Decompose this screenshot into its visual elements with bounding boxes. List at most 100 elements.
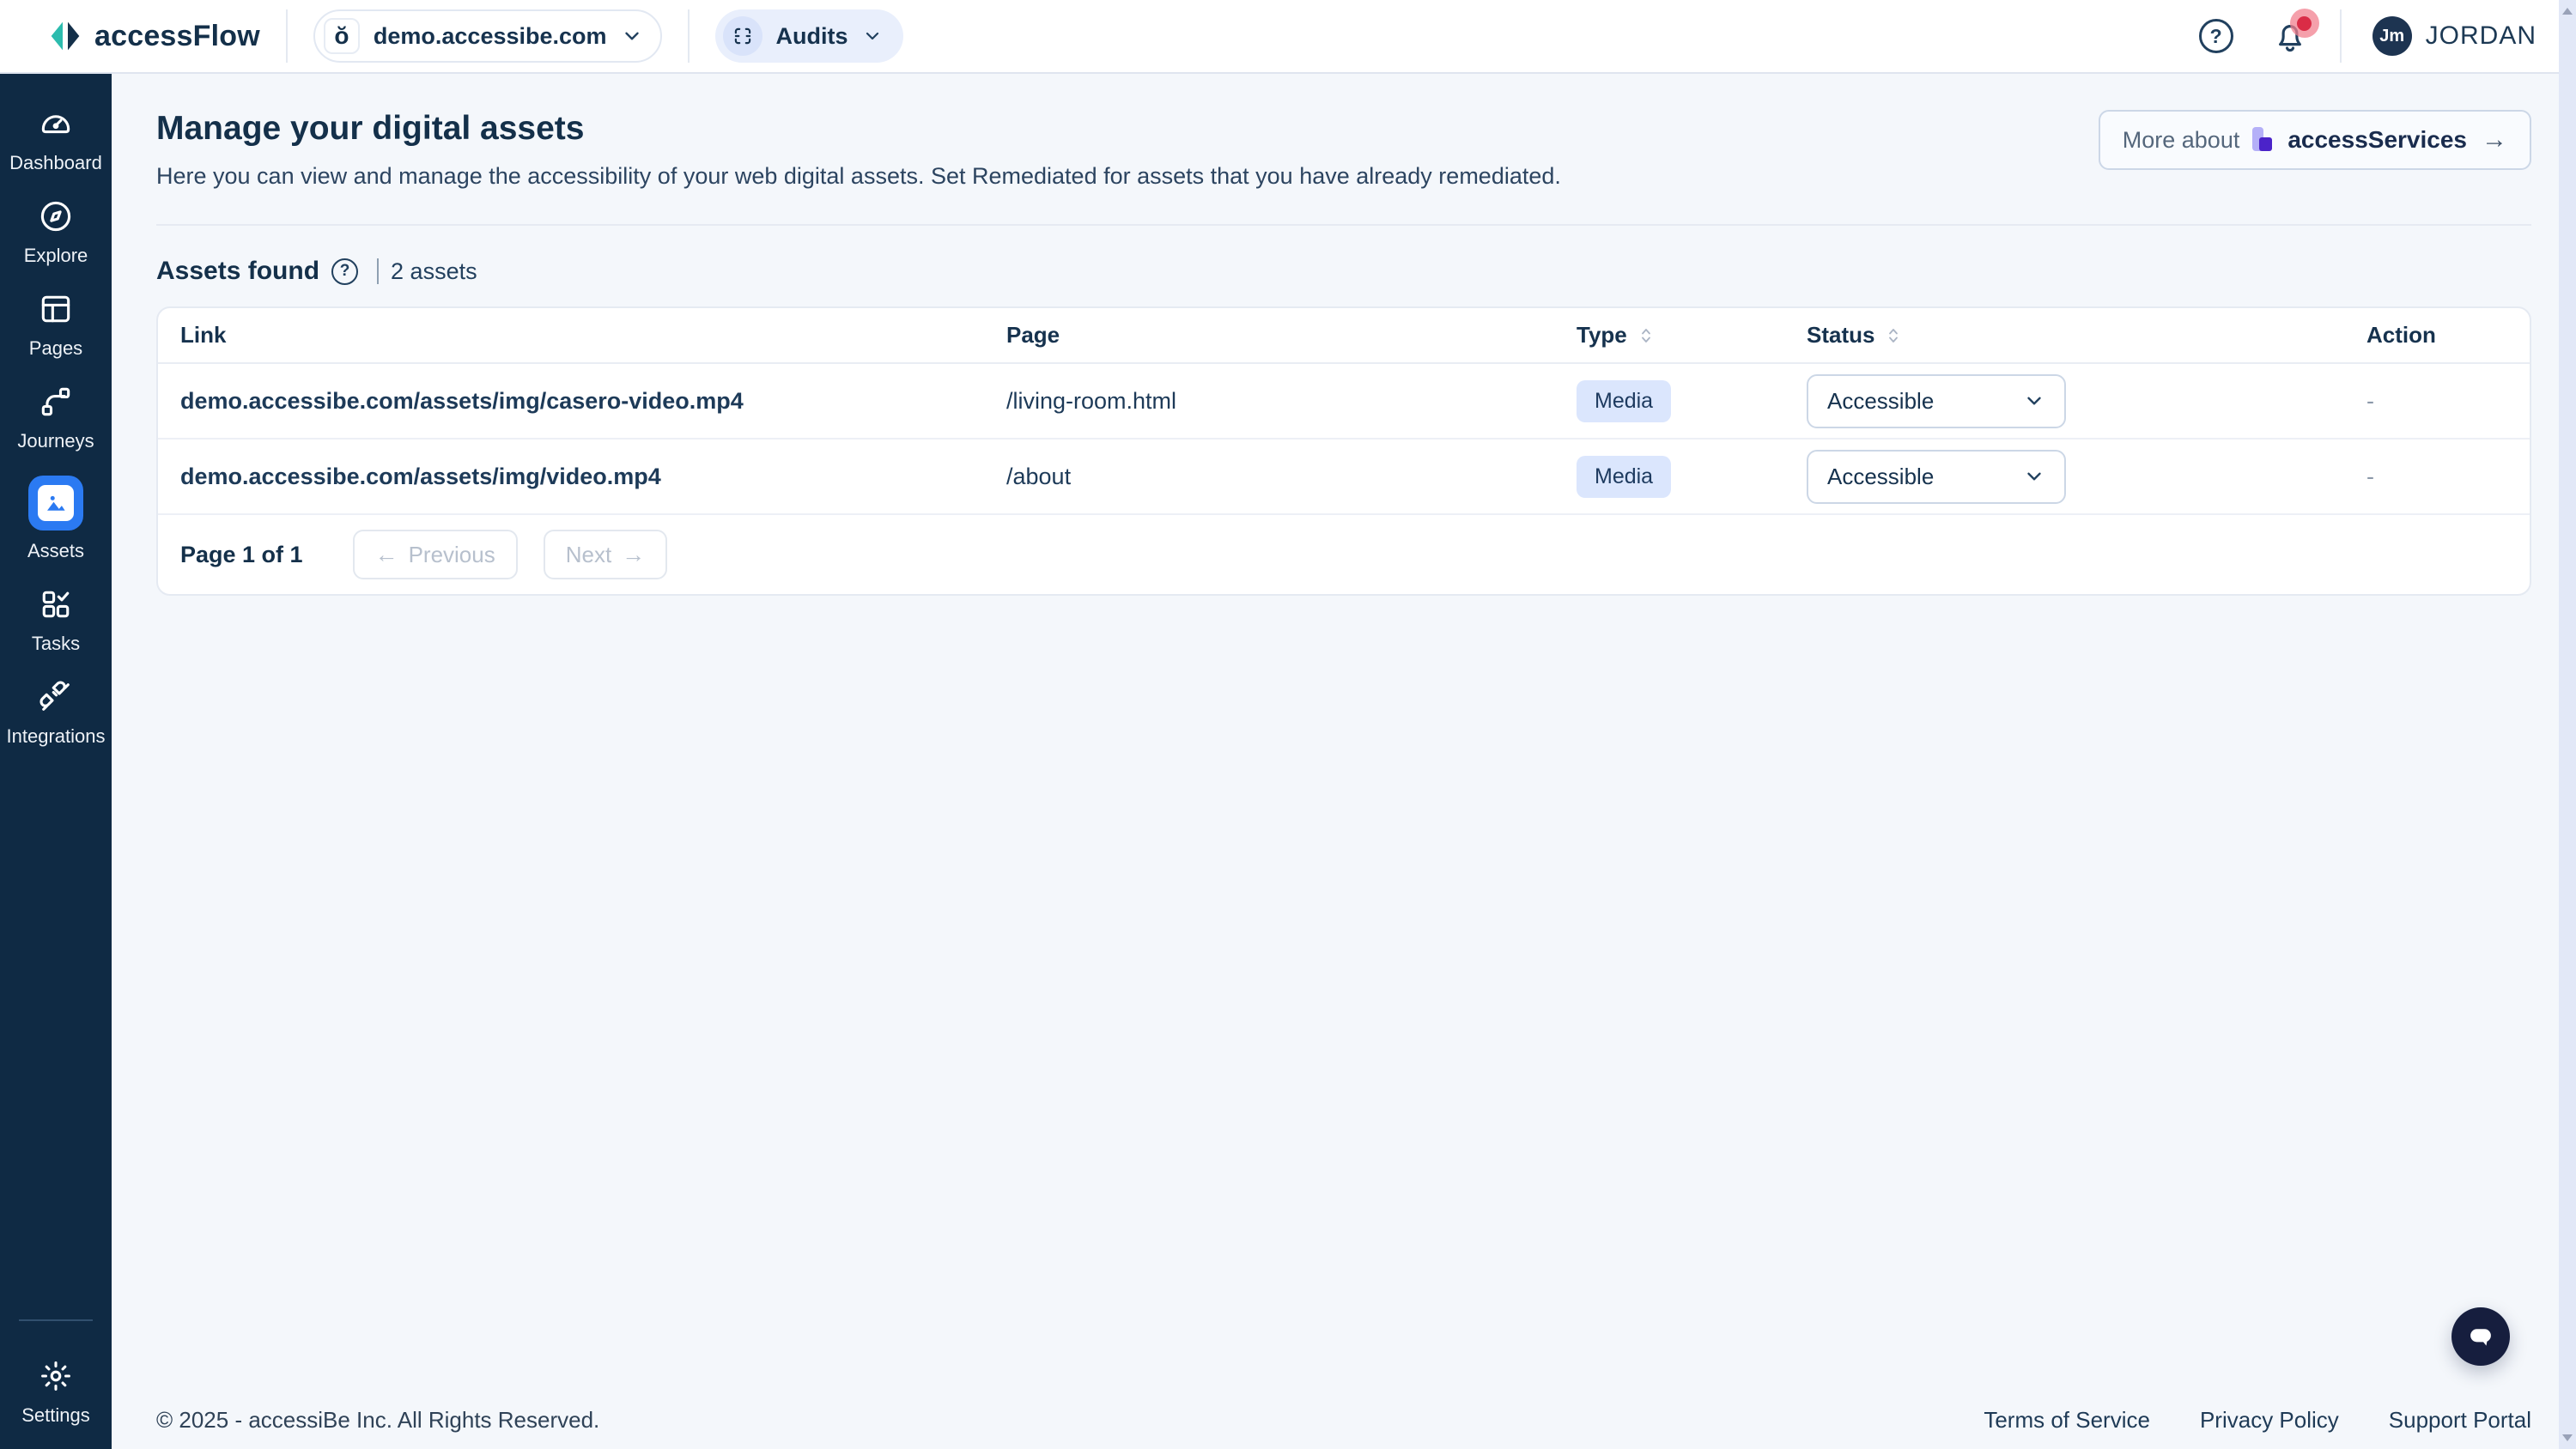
- asset-link: demo.accessibe.com/assets/img/casero-vid…: [158, 363, 1006, 439]
- sidebar-item-label: Assets: [27, 540, 84, 562]
- gear-icon: [37, 1357, 75, 1395]
- chevron-down-icon: [2023, 390, 2045, 412]
- route-icon: [37, 383, 75, 421]
- sidebar-item-label: Pages: [29, 337, 82, 360]
- sidebar-item-integrations[interactable]: Integrations: [0, 678, 112, 748]
- sidebar-divider: [19, 1319, 93, 1321]
- page-subtitle: Here you can view and manage the accessi…: [156, 163, 1561, 190]
- notifications-button[interactable]: [2271, 17, 2309, 55]
- assets-found-title: Assets found: [156, 257, 319, 286]
- sidebar-item-tasks[interactable]: Tasks: [0, 585, 112, 655]
- chat-bubble-icon: [2464, 1320, 2497, 1353]
- sidebar: Dashboard Explore Pages: [0, 74, 112, 1449]
- asset-page: /living-room.html: [1006, 363, 1577, 439]
- sidebar-item-label: Journeys: [17, 430, 94, 452]
- sort-icon[interactable]: [1883, 325, 1904, 346]
- topbar: accessFlow ŏ demo.accessibe.com Audits ?: [0, 0, 2576, 74]
- main-content: Manage your digital assets Here you can …: [112, 74, 2576, 1449]
- chevron-down-icon: [621, 25, 643, 47]
- footer-link-privacy[interactable]: Privacy Policy: [2200, 1407, 2339, 1434]
- layout-icon: [37, 290, 75, 328]
- sidebar-item-assets[interactable]: Assets: [0, 476, 112, 562]
- notification-badge: [2290, 9, 2319, 38]
- page-indicator: Page 1 of 1: [180, 542, 303, 568]
- sidebar-item-explore[interactable]: Explore: [0, 197, 112, 267]
- topbar-actions: ? Jm JORDAN: [2197, 9, 2537, 63]
- scrollbar[interactable]: [2559, 0, 2576, 1449]
- chevron-down-icon: [2023, 465, 2045, 488]
- scroll-down-arrow-icon[interactable]: [2562, 1434, 2573, 1441]
- content-divider: [156, 224, 2531, 226]
- sort-icon[interactable]: [1636, 325, 1656, 346]
- tasks-check-icon: [37, 585, 75, 623]
- sidebar-item-label: Tasks: [32, 633, 80, 655]
- column-header-link: Link: [158, 308, 1006, 363]
- sidebar-item-journeys[interactable]: Journeys: [0, 383, 112, 452]
- column-header-status[interactable]: Status: [1807, 308, 2366, 363]
- copyright-text: © 2025 - accessiBe Inc. All Rights Reser…: [156, 1407, 599, 1434]
- more-about-button[interactable]: More about accessServices →: [2099, 110, 2531, 170]
- sidebar-item-label: Integrations: [7, 725, 106, 748]
- image-icon: [43, 490, 69, 516]
- count-separator: [377, 258, 379, 284]
- active-item-highlight: [28, 476, 83, 530]
- topbar-divider: [286, 9, 288, 63]
- asset-link: demo.accessibe.com/assets/img/video.mp4: [158, 439, 1006, 514]
- type-badge: Media: [1577, 456, 1671, 498]
- sidebar-item-label: Dashboard: [9, 152, 102, 174]
- info-icon[interactable]: ?: [331, 258, 358, 285]
- chevron-down-icon: [862, 26, 883, 46]
- page-header-text: Manage your digital assets Here you can …: [156, 110, 1561, 190]
- sidebar-item-settings[interactable]: Settings: [0, 1357, 112, 1427]
- audits-label: Audits: [776, 23, 848, 50]
- status-dropdown[interactable]: Accessible: [1807, 374, 2066, 428]
- dashboard-gauge-icon: [37, 105, 75, 142]
- logo-text: accessFlow: [94, 20, 260, 53]
- assets-count: 2 assets: [391, 258, 477, 285]
- column-header-type[interactable]: Type: [1577, 308, 1807, 363]
- table-header-row: Link Page Type Status: [158, 308, 2530, 363]
- footer-link-support[interactable]: Support Portal: [2389, 1407, 2531, 1434]
- compass-icon: [37, 197, 75, 235]
- arrow-left-icon: ←: [375, 542, 398, 568]
- status-dropdown[interactable]: Accessible: [1807, 450, 2066, 504]
- table-row: demo.accessibe.com/assets/img/video.mp4 …: [158, 439, 2530, 514]
- audits-dropdown[interactable]: Audits: [715, 9, 903, 63]
- column-header-page: Page: [1006, 308, 1577, 363]
- type-badge: Media: [1577, 380, 1671, 422]
- footer: © 2025 - accessiBe Inc. All Rights Reser…: [156, 1407, 2531, 1434]
- next-page-button[interactable]: Next →: [544, 530, 667, 579]
- assets-table: Link Page Type Status: [158, 308, 2530, 515]
- sidebar-item-label: Explore: [24, 245, 88, 267]
- asset-action: -: [2366, 363, 2530, 439]
- topbar-divider: [688, 9, 690, 63]
- arrow-right-icon: →: [622, 542, 645, 568]
- topbar-divider: [2340, 9, 2342, 63]
- page-title: Manage your digital assets: [156, 110, 1561, 148]
- logo-diamond-icon: [48, 19, 82, 53]
- table-row: demo.accessibe.com/assets/img/casero-vid…: [158, 363, 2530, 439]
- previous-page-button[interactable]: ← Previous: [353, 530, 518, 579]
- more-about-brand: accessServices: [2287, 126, 2467, 154]
- asset-action: -: [2366, 439, 2530, 514]
- sidebar-item-label: Settings: [21, 1404, 90, 1427]
- scroll-up-arrow-icon[interactable]: [2562, 8, 2573, 15]
- logo[interactable]: accessFlow: [48, 19, 260, 53]
- chat-widget-button[interactable]: [2451, 1307, 2510, 1366]
- column-header-action: Action: [2366, 308, 2530, 363]
- assets-table-card: Link Page Type Status: [156, 306, 2531, 596]
- help-button[interactable]: ?: [2197, 17, 2235, 55]
- more-about-prefix: More about: [2123, 127, 2240, 154]
- sidebar-item-pages[interactable]: Pages: [0, 290, 112, 360]
- access-services-icon: [2251, 125, 2276, 155]
- plug-icon: [37, 678, 75, 716]
- sidebar-item-dashboard[interactable]: Dashboard: [0, 105, 112, 174]
- pagination: Page 1 of 1 ← Previous Next →: [158, 515, 2530, 594]
- help-icon: ?: [2199, 19, 2233, 53]
- user-name[interactable]: JORDAN: [2426, 21, 2537, 51]
- avatar[interactable]: Jm: [2372, 16, 2412, 56]
- footer-link-terms[interactable]: Terms of Service: [1984, 1407, 2150, 1434]
- asset-page: /about: [1006, 439, 1577, 514]
- site-selector-dropdown[interactable]: ŏ demo.accessibe.com: [313, 9, 662, 63]
- app-root: accessFlow ŏ demo.accessibe.com Audits ?: [0, 0, 2576, 1449]
